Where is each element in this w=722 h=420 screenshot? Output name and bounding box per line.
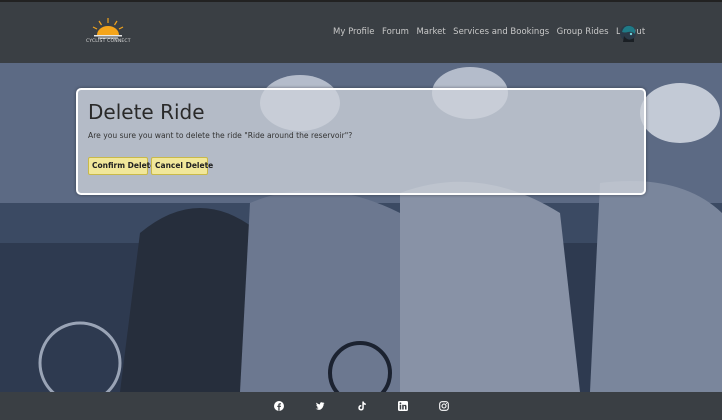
footer	[0, 392, 722, 420]
dialog-title: Delete Ride	[88, 100, 205, 124]
nav-services-and-bookings[interactable]: Services and Bookings	[453, 27, 549, 37]
avatar[interactable]	[616, 22, 640, 46]
top-navbar: CYCLIST CONNECT My Profile Forum Market …	[0, 0, 722, 63]
twitter-icon[interactable]	[315, 401, 325, 411]
nav-links: My Profile Forum Market Services and Boo…	[333, 27, 653, 37]
nav-group-rides[interactable]: Group Rides	[557, 27, 609, 37]
confirm-delete-button[interactable]: Confirm Delete	[88, 157, 155, 175]
instagram-icon[interactable]	[439, 401, 449, 411]
nav-forum[interactable]: Forum	[382, 27, 409, 37]
nav-my-profile[interactable]: My Profile	[333, 27, 375, 37]
dialog-message: Are you sure you want to delete the ride…	[88, 131, 353, 140]
cancel-delete-button[interactable]: Cancel Delete	[151, 157, 213, 175]
tiktok-icon[interactable]	[357, 401, 367, 411]
logo-text: CYCLIST CONNECT	[86, 39, 131, 44]
linkedin-icon[interactable]	[398, 401, 408, 411]
nav-market[interactable]: Market	[416, 27, 445, 37]
delete-ride-dialog: Delete Ride Are you sure you want to del…	[76, 88, 646, 195]
facebook-icon[interactable]	[274, 401, 284, 411]
